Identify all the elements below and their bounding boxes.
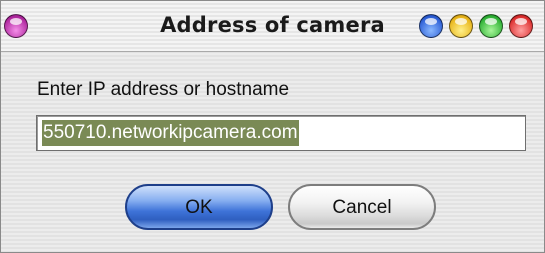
minimize-orb-icon[interactable] bbox=[449, 14, 473, 38]
dialog-window: Address of camera Enter IP address or ho… bbox=[0, 0, 545, 253]
ip-address-input[interactable]: 550710.networkipcamera.com bbox=[36, 115, 526, 151]
cancel-button[interactable]: Cancel bbox=[288, 184, 436, 230]
close-orb-icon[interactable] bbox=[509, 14, 533, 38]
title-bar[interactable]: Address of camera bbox=[1, 1, 544, 52]
ip-address-value[interactable]: 550710.networkipcamera.com bbox=[42, 120, 299, 146]
ok-button[interactable]: OK bbox=[125, 184, 273, 230]
maximize-orb-icon[interactable] bbox=[479, 14, 503, 38]
ip-prompt-label: Enter IP address or hostname bbox=[37, 79, 290, 100]
help-orb-icon[interactable] bbox=[419, 14, 443, 38]
